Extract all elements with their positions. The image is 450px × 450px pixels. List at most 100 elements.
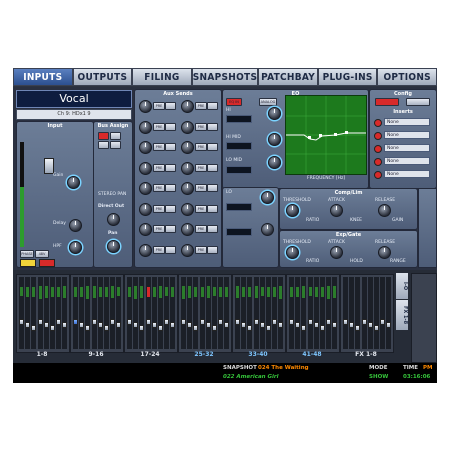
channel-fader[interactable] <box>97 322 103 328</box>
channel-fader[interactable] <box>104 325 109 331</box>
channel-strip[interactable] <box>313 277 319 349</box>
channel-fader[interactable] <box>374 325 379 331</box>
channel-fader[interactable] <box>31 325 37 331</box>
channel-fader[interactable] <box>386 322 392 328</box>
bus-button-3[interactable] <box>98 141 109 149</box>
bank-label[interactable]: 9-16 <box>70 351 122 358</box>
aux-on-button[interactable] <box>165 122 176 131</box>
fader-bank[interactable] <box>70 274 124 353</box>
channel-strip[interactable] <box>212 277 217 349</box>
insert-slot[interactable]: None <box>384 157 430 165</box>
channel-strip[interactable] <box>301 277 307 349</box>
bank-label[interactable]: 33-40 <box>232 351 284 358</box>
comp-threshold-knob[interactable] <box>286 204 299 217</box>
eq-hi-gain-display[interactable] <box>226 115 252 123</box>
channel-strip[interactable] <box>253 277 259 349</box>
channel-strip[interactable] <box>235 277 240 349</box>
aux-send-knob[interactable] <box>139 223 152 236</box>
insert-led[interactable] <box>374 158 382 166</box>
tab-options[interactable]: OPTIONS <box>378 69 437 85</box>
channel-strip[interactable] <box>355 277 361 349</box>
channel-fader[interactable] <box>212 325 217 331</box>
channel-strip[interactable] <box>158 277 163 349</box>
channel-strip[interactable] <box>97 277 103 349</box>
aux-on-button[interactable] <box>165 204 176 213</box>
bank-label[interactable]: 25-32 <box>178 351 230 358</box>
pan-knob[interactable] <box>107 240 120 253</box>
bank-label[interactable]: 17-24 <box>124 351 176 358</box>
insert-led[interactable] <box>374 132 382 140</box>
channel-strip[interactable] <box>332 277 338 349</box>
aux-on-button[interactable] <box>207 245 218 254</box>
channel-fader[interactable] <box>25 322 31 328</box>
channel-strip[interactable] <box>326 277 332 349</box>
channel-fader[interactable] <box>79 322 85 328</box>
aux-pre-button[interactable]: PRE <box>153 225 165 233</box>
channel-fader[interactable] <box>151 322 157 328</box>
right-tab-fx[interactable]: FX 1-8 <box>396 300 408 330</box>
channel-fader[interactable] <box>241 322 247 328</box>
channel-strip[interactable] <box>133 277 139 349</box>
insert-led[interactable] <box>374 171 382 179</box>
aux-on-button[interactable] <box>207 225 218 233</box>
channel-strip[interactable] <box>139 277 145 349</box>
channel-fader[interactable] <box>181 319 186 325</box>
channel-strip[interactable] <box>218 277 224 349</box>
channel-strip[interactable] <box>386 277 392 349</box>
channel-strip[interactable] <box>295 277 301 349</box>
channel-fader[interactable] <box>326 319 332 325</box>
eq-hi-gain-knob[interactable] <box>268 107 281 120</box>
channel-strip[interactable] <box>37 277 43 349</box>
channel-fader[interactable] <box>332 322 338 328</box>
channel-fader[interactable] <box>295 322 301 328</box>
bank-label[interactable]: FX 1-8 <box>340 351 392 358</box>
aux-pre-button[interactable]: PRE <box>153 122 165 131</box>
channel-fader[interactable] <box>313 322 319 328</box>
bus-button-4[interactable] <box>110 141 121 149</box>
aux-on-button[interactable] <box>165 102 176 110</box>
solo-button[interactable] <box>39 259 55 267</box>
channel-fader[interactable] <box>355 325 361 331</box>
right-tab-io[interactable]: I-O <box>396 273 408 299</box>
aux-send-knob[interactable] <box>181 141 194 154</box>
channel-strip[interactable] <box>374 277 379 349</box>
channel-strip[interactable] <box>199 277 205 349</box>
channel-fader[interactable] <box>145 319 151 325</box>
aux-pre-button[interactable]: PRE <box>195 122 207 131</box>
aux-on-button[interactable] <box>165 143 176 151</box>
channel-fader[interactable] <box>247 325 253 331</box>
channel-strip[interactable] <box>170 277 176 349</box>
channel-fader[interactable] <box>164 319 170 325</box>
channel-fader[interactable] <box>266 325 271 331</box>
aux-on-button[interactable] <box>207 102 218 110</box>
channel-fader[interactable] <box>307 319 313 325</box>
comp-release-knob[interactable] <box>378 204 391 217</box>
hpf-knob[interactable] <box>69 241 82 254</box>
fader-bank[interactable] <box>178 274 232 353</box>
aux-on-button[interactable] <box>165 245 176 254</box>
channel-strip[interactable] <box>349 277 355 349</box>
aux-send-knob[interactable] <box>181 100 194 113</box>
aux-pre-button[interactable]: PRE <box>153 163 165 172</box>
channel-strip[interactable] <box>343 277 348 349</box>
channel-strip[interactable] <box>145 277 151 349</box>
channel-fader[interactable] <box>320 325 325 331</box>
channel-fader[interactable] <box>158 325 163 331</box>
channel-fader[interactable] <box>139 325 145 331</box>
aux-send-knob[interactable] <box>181 202 194 216</box>
bus-button-1[interactable] <box>98 132 109 140</box>
channel-fader[interactable] <box>19 319 24 325</box>
aux-send-knob[interactable] <box>181 120 194 134</box>
channel-fader[interactable] <box>289 319 294 325</box>
eq-himid-freq-display[interactable] <box>226 142 252 150</box>
channel-strip[interactable] <box>73 277 78 349</box>
fader-bank[interactable] <box>16 274 70 353</box>
aux-pre-button[interactable]: PRE <box>195 225 207 233</box>
channel-strip[interactable] <box>266 277 271 349</box>
config-delay-button[interactable] <box>406 98 430 106</box>
aux-send-knob[interactable] <box>139 141 152 154</box>
aux-pre-button[interactable]: PRE <box>153 184 165 192</box>
eq-lo-gain-knob[interactable] <box>261 191 274 204</box>
insert-slot[interactable]: None <box>384 131 430 139</box>
channel-strip[interactable] <box>79 277 85 349</box>
